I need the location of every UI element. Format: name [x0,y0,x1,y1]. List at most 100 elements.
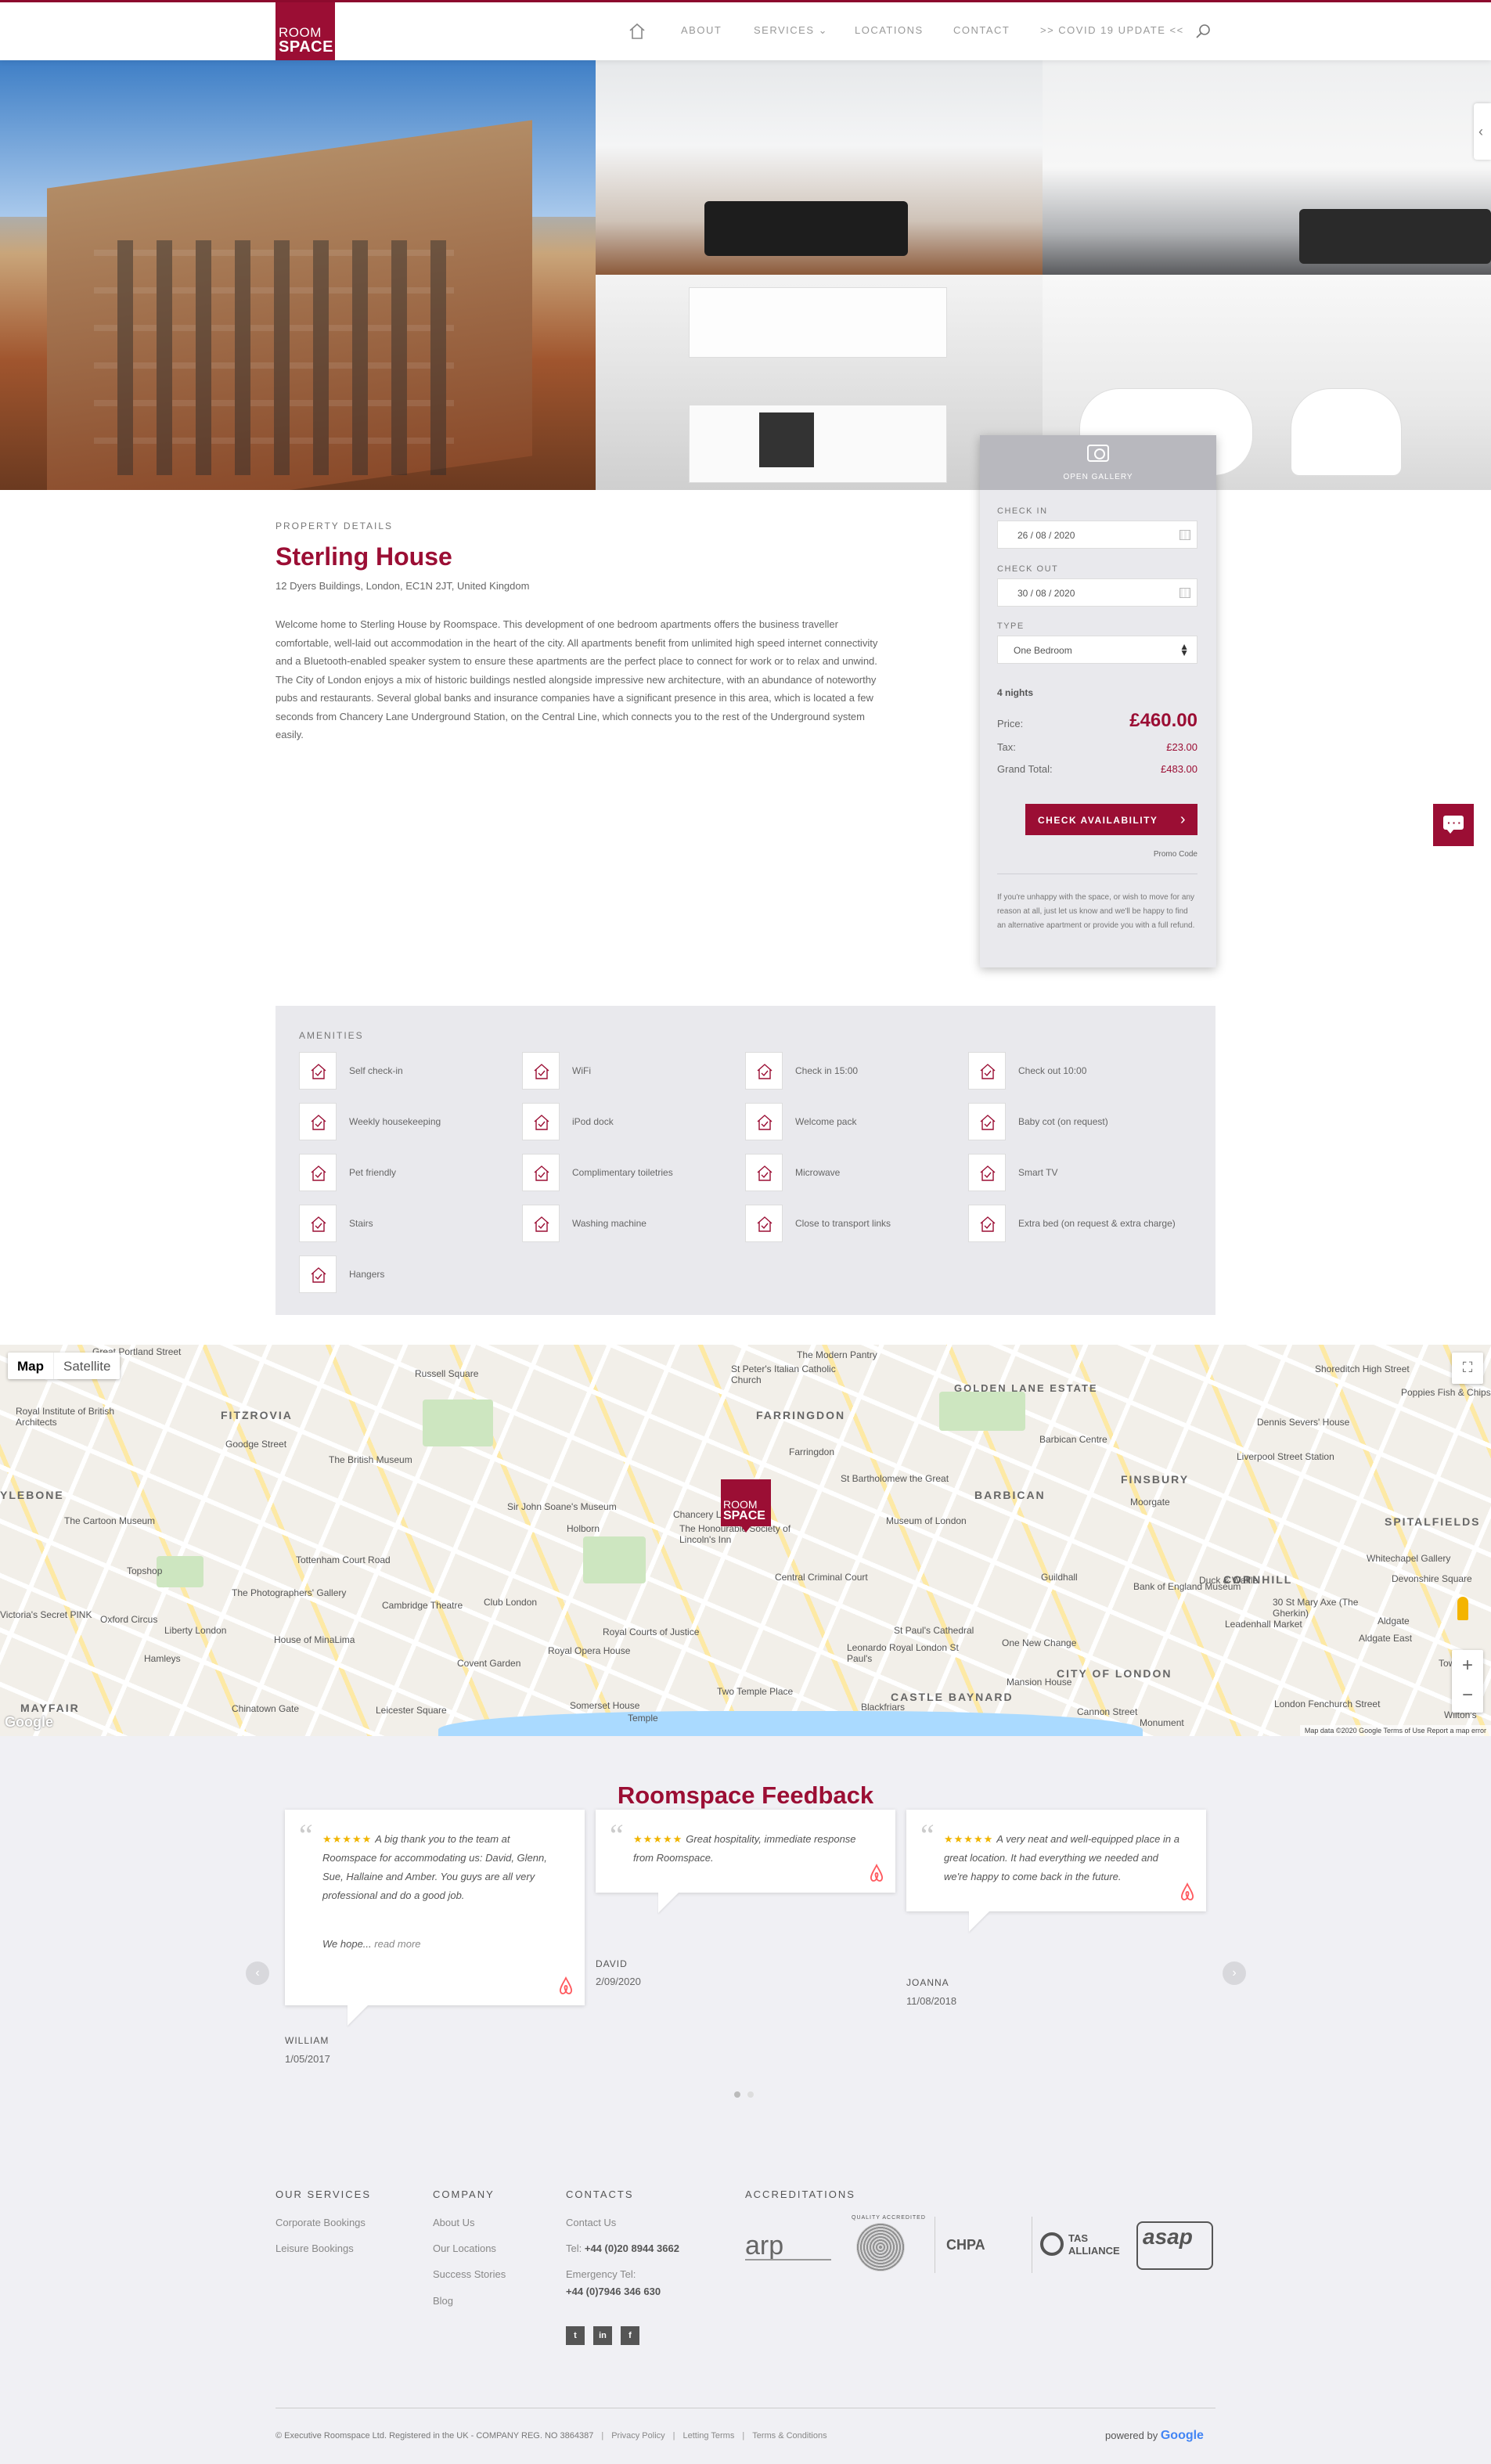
type-select[interactable]: One Bedroom ▲ ▼ [997,636,1197,664]
twitter-icon[interactable]: t [566,2326,585,2345]
map-place-label[interactable]: Russell Square [415,1368,478,1379]
map-attribution[interactable]: Map data ©2020 Google Terms of Use Repor… [1299,1725,1491,1736]
carousel-dot[interactable] [747,2091,754,2098]
map-place-label[interactable]: Leonardo Royal London St Paul's [847,1642,964,1664]
roomspace-logo[interactable]: ROOM SPACE [276,2,335,60]
map-place-label[interactable]: Duck & Waffle [1199,1575,1258,1586]
map-place-label[interactable]: Tottenham Court Road [296,1554,391,1565]
map-place-label[interactable]: 30 St Mary Axe (The Gherkin) [1273,1597,1390,1619]
map-place-label[interactable]: The Photographers' Gallery [232,1587,346,1598]
map-place-label[interactable]: Blackfriars [861,1702,905,1713]
map-place-label[interactable]: The British Museum [329,1454,412,1465]
gallery-prev-arrow[interactable]: ‹ [1474,103,1491,160]
zoom-out-button[interactable]: − [1452,1681,1483,1713]
privacy-policy-link[interactable]: Privacy Policy [611,2431,664,2441]
map-place-label[interactable]: Royal Courts of Justice [603,1626,699,1637]
map-place-label[interactable]: Leadenhall Market [1225,1619,1302,1630]
map-place-label[interactable]: House of MinaLima [274,1634,355,1645]
map-place-label[interactable]: Guildhall [1041,1572,1078,1583]
carousel-next-button[interactable]: › [1223,1961,1246,1985]
map-place-label[interactable]: The Honourable Society of Lincoln's Inn [679,1523,797,1545]
hero-gallery[interactable] [0,60,1491,490]
map-place-label[interactable]: Devonshire Square [1392,1573,1472,1584]
location-map[interactable]: FITZROVIA FARRINGDON BARBICAN FINSBURY SPITA… [0,1345,1491,1736]
terms-conditions-link[interactable]: Terms & Conditions [752,2431,827,2441]
google-logo[interactable]: Google [5,1714,53,1731]
open-gallery-button[interactable]: OPEN GALLERY [980,435,1216,490]
footer-link-corporate[interactable]: Corporate Bookings [276,2217,366,2228]
footer-link-contact[interactable]: Contact Us [566,2217,616,2228]
map-place-label[interactable]: Liberty London [164,1625,226,1636]
chat-button[interactable]: ··· [1433,804,1474,846]
map-place-label[interactable]: Aldgate East [1359,1633,1412,1644]
check-availability-button[interactable]: CHECK AVAILABILITY › [1025,804,1197,835]
map-place-label[interactable]: St Bartholomew the Great [841,1473,949,1484]
map-place-label[interactable]: The Cartoon Museum [64,1515,155,1526]
roomspace-map-pin[interactable]: ROOM SPACE [721,1479,771,1533]
nav-locations[interactable]: LOCATIONS [855,24,924,36]
footer-emergency-number[interactable]: +44 (0)7946 346 630 [566,2286,661,2297]
map-place-label[interactable]: Dennis Severs' House [1257,1417,1349,1428]
check-in-field[interactable]: 26 / 08 / 2020 [997,521,1197,549]
letting-terms-link[interactable]: Letting Terms [683,2431,735,2441]
map-place-label[interactable]: Oxford Circus [100,1614,157,1625]
carousel-prev-button[interactable]: ‹ [246,1961,269,1985]
map-place-label[interactable]: Farringdon [789,1446,834,1457]
map-place-label[interactable]: Whitechapel Gallery [1367,1553,1450,1564]
map-place-label[interactable]: Cambridge Theatre [382,1600,463,1611]
map-place-label[interactable]: One New Change [1002,1637,1076,1648]
carousel-dot-active[interactable] [734,2091,740,2098]
map-place-label[interactable]: Topshop [127,1565,162,1576]
search-icon[interactable] [1195,23,1212,40]
map-place-label[interactable]: Club London [484,1597,537,1608]
map-place-label[interactable]: St Paul's Cathedral [894,1625,974,1636]
footer-link-success[interactable]: Success Stories [433,2268,506,2280]
footer-tel-number[interactable]: +44 (0)20 8944 3662 [585,2242,679,2254]
map-place-label[interactable]: Victoria's Secret PINK [0,1609,92,1620]
map-place-label[interactable]: Monument [1140,1717,1184,1728]
linkedin-icon[interactable]: in [593,2326,612,2345]
map-place-label[interactable]: Aldgate [1378,1616,1410,1626]
map-fullscreen-button[interactable]: ⛶ [1452,1353,1483,1384]
map-place-label[interactable]: Holborn [567,1523,600,1534]
map-place-label[interactable]: Liverpool Street Station [1237,1451,1334,1462]
map-place-label[interactable]: St Peter's Italian Catholic Church [731,1363,848,1385]
map-place-label[interactable]: Barbican Centre [1039,1434,1107,1445]
map-place-label[interactable]: Covent Garden [457,1658,520,1669]
map-place-label[interactable]: Moorgate [1130,1497,1170,1508]
map-place-label[interactable]: Two Temple Place [717,1686,793,1697]
map-place-label[interactable]: Chinatown Gate [232,1703,299,1714]
map-place-label[interactable]: London Fenchurch Street [1274,1699,1380,1709]
map-type-satellite[interactable]: Satellite [53,1353,120,1379]
promo-code-link[interactable]: Promo Code [1154,850,1197,859]
check-out-field[interactable]: 30 / 08 / 2020 [997,578,1197,607]
map-place-label[interactable]: Cannon Street [1077,1706,1137,1717]
facebook-icon[interactable]: f [621,2326,639,2345]
map-place-label[interactable]: Sir John Soane's Museum [507,1501,617,1512]
map-place-label[interactable]: Leicester Square [376,1705,447,1716]
footer-link-locations[interactable]: Our Locations [433,2242,496,2254]
map-place-label[interactable]: Hamleys [144,1653,181,1664]
footer-link-blog[interactable]: Blog [433,2295,453,2307]
nav-about[interactable]: ABOUT [681,24,722,36]
map-place-label[interactable]: Royal Opera House [548,1645,630,1656]
read-more-link[interactable]: read more [374,1938,420,1950]
footer-link-about[interactable]: About Us [433,2217,474,2228]
map-place-label[interactable]: Shoreditch High Street [1315,1363,1410,1374]
footer-link-leisure[interactable]: Leisure Bookings [276,2242,354,2254]
map-place-label[interactable]: Mansion House [1007,1677,1071,1688]
nav-services[interactable]: SERVICES ⌄ [754,24,828,37]
map-place-label[interactable]: Goodge Street [225,1439,286,1450]
street-view-pegman-icon[interactable] [1457,1597,1468,1620]
home-icon[interactable] [628,22,646,41]
map-place-label[interactable]: Museum of London [886,1515,967,1526]
map-place-label[interactable]: The Modern Pantry [797,1349,877,1360]
map-place-label[interactable]: Central Criminal Court [775,1572,868,1583]
nav-contact[interactable]: CONTACT [953,24,1010,36]
map-place-label[interactable]: Temple [628,1713,658,1724]
map-type-map[interactable]: Map [8,1353,53,1379]
map-place-label[interactable]: Poppies Fish & Chips [1401,1387,1491,1398]
map-place-label[interactable]: Somerset House [570,1700,639,1711]
map-place-label[interactable]: Royal Institute of British Architects [16,1406,133,1428]
zoom-in-button[interactable]: + [1452,1650,1483,1681]
